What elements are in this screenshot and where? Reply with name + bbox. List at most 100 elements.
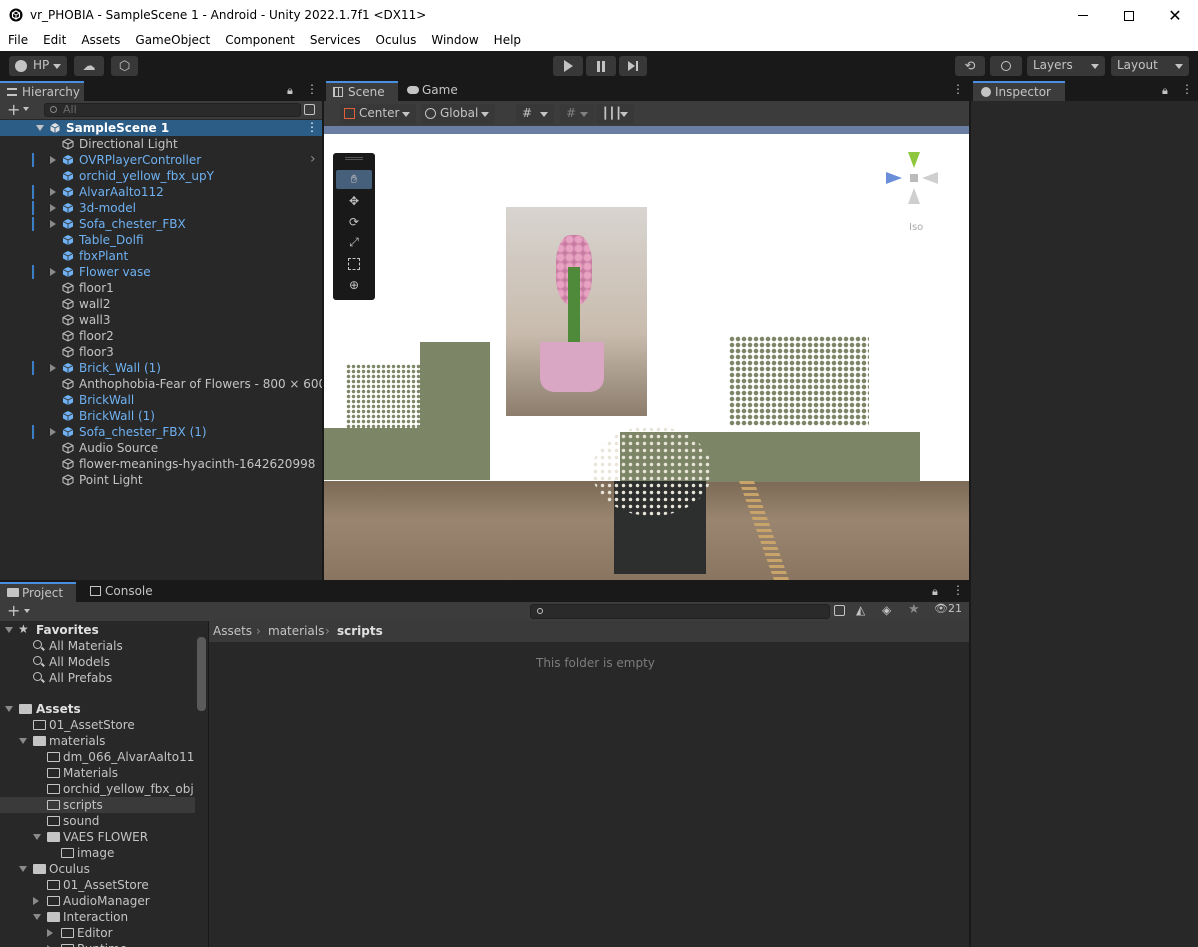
folder-tree-item[interactable]: image xyxy=(0,845,195,861)
move-tool-button[interactable]: ✥ xyxy=(336,191,372,210)
folder-tree-item[interactable]: orchid_yellow_fbx_obj xyxy=(0,781,195,797)
scene-viewport[interactable]: ✋︎ ✥ ⟳ ⤢ ⊕ Iso xyxy=(324,126,969,580)
favorites-header[interactable]: ★ Favorites xyxy=(0,622,195,638)
tab-hierarchy[interactable]: Hierarchy xyxy=(0,81,84,101)
folder-tree-item[interactable]: sound xyxy=(0,813,195,829)
orientation-gizmo[interactable]: Iso xyxy=(884,148,944,238)
breadcrumb-assets[interactable]: Assets xyxy=(213,624,252,638)
project-tree-scrollbar[interactable] xyxy=(197,637,206,711)
layout-dropdown[interactable]: Layout xyxy=(1111,56,1189,76)
favorite-item[interactable]: All Models xyxy=(0,654,195,670)
collab-button[interactable]: ⬡ xyxy=(111,56,138,76)
rect-tool-button[interactable] xyxy=(336,254,372,273)
hierarchy-item[interactable]: floor1 xyxy=(0,280,322,296)
folder-tree-item[interactable]: AudioManager xyxy=(0,893,195,909)
menu-assets[interactable]: Assets xyxy=(73,31,127,51)
lock-icon[interactable]: 🔒︎ xyxy=(287,84,293,98)
scene-root-row[interactable]: SampleScene 1 ⋮ xyxy=(0,120,322,136)
hidden-packages-icon[interactable]: 👁︎21 xyxy=(934,602,962,615)
hierarchy-item[interactable]: flower-meanings-hyacinth-1642620998 xyxy=(0,456,322,472)
collapse-arrow-icon[interactable] xyxy=(19,866,27,872)
layers-dropdown[interactable]: Layers xyxy=(1027,56,1105,76)
collapse-arrow-icon[interactable] xyxy=(5,627,13,633)
search-button[interactable] xyxy=(990,56,1022,76)
expand-arrow-icon[interactable] xyxy=(50,156,56,164)
hierarchy-item[interactable]: Brick_Wall (1) xyxy=(0,360,322,376)
hierarchy-item[interactable]: wall3 xyxy=(0,312,322,328)
expand-arrow-icon[interactable] xyxy=(47,929,53,937)
breadcrumb-materials[interactable]: materials xyxy=(268,624,324,638)
kebab-menu-icon[interactable]: ⋮ xyxy=(952,82,964,96)
tab-game[interactable]: Game xyxy=(400,81,470,101)
expand-arrow-icon[interactable] xyxy=(33,897,39,905)
folder-tree-item[interactable]: Materials xyxy=(0,765,195,781)
transform-tool-button[interactable]: ⊕ xyxy=(336,275,372,294)
folder-tree-item[interactable]: VAES FLOWER xyxy=(0,829,195,845)
menu-file[interactable]: File xyxy=(0,31,35,51)
tab-scene[interactable]: Scene xyxy=(326,81,398,101)
hierarchy-item[interactable]: AlvarAalto112 xyxy=(0,184,322,200)
minimize-button[interactable] xyxy=(1060,0,1106,31)
folder-tree-item[interactable]: 01_AssetStore xyxy=(0,877,195,893)
expand-arrow-icon[interactable] xyxy=(50,364,56,372)
tab-inspector[interactable]: Inspector xyxy=(973,81,1065,101)
hierarchy-item[interactable]: Flower vase xyxy=(0,264,322,280)
search-filter-icon[interactable] xyxy=(834,605,845,616)
collapse-arrow-icon[interactable] xyxy=(33,834,41,840)
kebab-menu-icon[interactable]: ⋮ xyxy=(1181,82,1193,96)
palette-grip[interactable] xyxy=(345,157,363,160)
collapse-arrow-icon[interactable] xyxy=(5,706,13,712)
hierarchy-item[interactable]: Sofa_chester_FBX (1) xyxy=(0,424,322,440)
expand-arrow-icon[interactable] xyxy=(36,125,44,131)
folder-tree-item[interactable]: materials xyxy=(0,733,195,749)
hierarchy-item[interactable]: Point Light xyxy=(0,472,322,488)
kebab-menu-icon[interactable]: ⋮ xyxy=(952,583,964,597)
folder-tree-item[interactable]: dm_066_AlvarAalto112_ xyxy=(0,749,195,765)
hierarchy-item[interactable]: Anthophobia-Fear of Flowers - 800 × 600p xyxy=(0,376,334,392)
expand-arrow-icon[interactable] xyxy=(50,204,56,212)
project-search-input[interactable] xyxy=(530,604,830,619)
menu-oculus[interactable]: Oculus xyxy=(368,31,424,51)
lock-icon[interactable]: 🔒︎ xyxy=(1162,84,1168,98)
maximize-button[interactable] xyxy=(1106,0,1152,31)
expand-arrow-icon[interactable] xyxy=(50,268,56,276)
add-icon[interactable]: + xyxy=(7,100,20,119)
assets-header[interactable]: Assets xyxy=(0,701,195,717)
expand-arrow-icon[interactable] xyxy=(50,188,56,196)
hierarchy-item[interactable]: 3d-model xyxy=(0,200,322,216)
menu-services[interactable]: Services xyxy=(302,31,368,51)
lock-icon[interactable]: 🔒︎ xyxy=(932,585,938,599)
increment-snap-dropdown[interactable]: # xyxy=(560,104,594,124)
collapse-arrow-icon[interactable] xyxy=(33,914,41,920)
hierarchy-item[interactable]: BrickWall xyxy=(0,392,322,408)
close-button[interactable]: ✕ xyxy=(1152,0,1198,31)
hierarchy-item[interactable]: Sofa_chester_FBX xyxy=(0,216,322,232)
menu-gameobject[interactable]: GameObject xyxy=(127,31,217,51)
folder-tree-item[interactable]: Runtime xyxy=(0,941,195,947)
folder-tree-item[interactable]: Oculus xyxy=(0,861,195,877)
folder-tree-item[interactable]: Interaction xyxy=(0,909,195,925)
account-dropdown[interactable]: HP xyxy=(9,56,67,76)
tab-project[interactable]: Project xyxy=(0,582,76,602)
menu-edit[interactable]: Edit xyxy=(35,31,73,51)
hand-tool-button[interactable]: ✋︎ xyxy=(336,170,372,189)
favorite-item[interactable]: All Prefabs xyxy=(0,670,195,686)
snap-settings-dropdown[interactable]: ┃┃┃ xyxy=(596,104,634,124)
hierarchy-item[interactable]: floor2 xyxy=(0,328,322,344)
star-icon[interactable]: ★ xyxy=(908,602,920,617)
play-button[interactable] xyxy=(553,56,583,76)
space-dropdown[interactable]: Global xyxy=(421,104,495,124)
favorite-item[interactable]: All Materials xyxy=(0,638,195,654)
type-filter-icon[interactable]: ◭ xyxy=(856,603,865,617)
hierarchy-item[interactable]: Table_Dolfi xyxy=(0,232,322,248)
kebab-menu-icon[interactable]: ⋮ xyxy=(306,120,318,134)
hierarchy-item[interactable]: BrickWall (1) xyxy=(0,408,322,424)
folder-tree-item[interactable]: scripts xyxy=(0,797,195,813)
hierarchy-item[interactable]: Audio Source xyxy=(0,440,322,456)
expand-arrow-icon[interactable] xyxy=(50,220,56,228)
step-button[interactable] xyxy=(619,56,647,76)
add-icon[interactable]: + xyxy=(7,601,20,620)
hierarchy-item[interactable]: floor3 xyxy=(0,344,322,360)
hierarchy-item[interactable]: Directional Light xyxy=(0,136,322,152)
collapse-arrow-icon[interactable] xyxy=(19,738,27,744)
